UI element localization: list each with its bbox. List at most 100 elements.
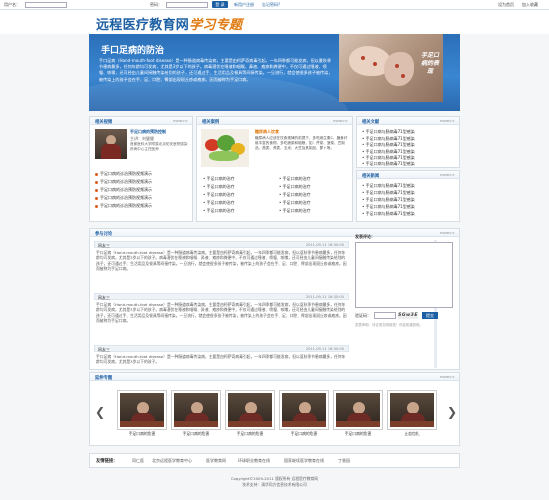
message-time: 2011-09-11 16:30:00	[305, 347, 344, 351]
message-time: 2011-09-11 16:30:00	[305, 243, 344, 247]
friend-link[interactable]: 国家继续医学教育在线	[284, 458, 324, 464]
list-item[interactable]: • 手足口病的治疗	[279, 200, 311, 206]
vegetables-image[interactable]	[201, 129, 249, 167]
list-item[interactable]: • 手足口病的治疗	[279, 184, 311, 190]
password-input[interactable]	[166, 2, 208, 8]
video-item[interactable]: 手足口病的危害	[280, 391, 328, 437]
panel-title: 相关视频	[95, 119, 113, 125]
case-feature-text: 糖尿病人应该在饮食规律的前提下，多吃维生素C、膳食纤维丰富的食物，多吃蔬菜和粗粮…	[255, 136, 348, 150]
related-video-panel: 相关视频 more>> 手足口病的预防控制 主讲：刘健健 首都医科大学附属北京佑安…	[89, 116, 193, 222]
message-time: 2011-09-11 16:30:00	[305, 295, 344, 299]
list-item[interactable]: • 手足口病的治疗	[279, 176, 311, 182]
prev-arrow-icon[interactable]: ❮	[95, 405, 105, 419]
header: 远程医疗教育网学习专题	[0, 10, 549, 34]
friend-links: 友情链接： 同仁医 北京远程医学教育中心 医学教育网 环球职业教育在线 国家继续…	[89, 453, 460, 468]
list-item[interactable]: • 手足口病的治疗	[203, 184, 235, 190]
list-item[interactable]: 手足口病的诊治预防视频演示	[95, 187, 152, 193]
forgot-password-link[interactable]: 忘记密码?	[262, 2, 280, 8]
message-body: 手口足病（Hand-mouth-foot disease）是一种肠道病毒传染病，…	[96, 250, 347, 272]
comment-textarea[interactable]	[355, 242, 453, 308]
video-org: 首都医科大学附属北京佑安医院感染肝病中心主任医师	[130, 142, 188, 151]
banner-image: 手足口病的表现	[339, 34, 443, 102]
friend-link[interactable]: 环球职业教育在线	[238, 458, 270, 464]
video-thumbnail[interactable]	[95, 129, 127, 159]
more-link[interactable]: more>>	[440, 375, 455, 379]
video-item[interactable]: 手足口病的危害	[118, 391, 166, 437]
more-link[interactable]: more>>	[440, 119, 455, 123]
username-label: 用户名：	[4, 2, 20, 7]
list-item[interactable]: • 手足口病的治疗	[279, 192, 311, 198]
list-item[interactable]: 手足口病的诊治预防视频演示	[95, 195, 152, 201]
related-articles-panel: 相关文献 more>> • 手足口病与肠病毒71型感染 • 手足口病与肠病毒71型…	[356, 116, 460, 168]
video-item[interactable]: 手足口病的危害	[334, 391, 382, 437]
password-label: 密码：	[150, 2, 162, 7]
more-link[interactable]: more>>	[440, 231, 455, 235]
friend-link[interactable]: 北京远程医学教育中心	[152, 458, 192, 464]
message-body: 手口足病（Hand-mouth-foot disease）是一种肠道病毒传染病，…	[96, 354, 346, 365]
message-user: 网友三	[98, 243, 110, 248]
username-input[interactable]	[25, 2, 67, 8]
list-item[interactable]: • 手足口病与肠病毒71型感染	[362, 161, 415, 167]
message-user: 网友三	[98, 347, 110, 352]
banner-text: 手口足病（Hand-mouth-foot disease）是一种肠道病毒传染病，…	[99, 58, 333, 82]
panel-title: 相关案例	[202, 119, 220, 125]
comment-notice: 发表声明：评论请文明用语！你会知道其他。	[355, 323, 423, 327]
tech-support-text: 技术支持：清华同方信息技术有限公司	[242, 482, 307, 487]
panel-title: 相关文献	[362, 119, 380, 125]
more-link[interactable]: more>>	[333, 119, 348, 123]
banner-caption: 手足口病的表现	[421, 52, 440, 75]
message-header: 网友三 2011-09-11 16:30:00	[94, 241, 349, 248]
banner-title: 手口足病的防治	[101, 46, 165, 56]
comment-label: 发表评论：	[355, 234, 375, 239]
message-user: 网友三	[98, 295, 110, 300]
more-link[interactable]: more>>	[173, 119, 188, 123]
set-home-link[interactable]: 设为首页	[498, 2, 514, 8]
list-item[interactable]: • 手足口病的治疗	[203, 208, 235, 214]
panel-title: 参与讨论	[95, 231, 113, 237]
friend-link[interactable]: 医学教育网	[206, 458, 226, 464]
list-item[interactable]: • 手足口病与肠病毒71型感染	[362, 183, 415, 189]
video-item[interactable]: 手足口病的危害	[172, 391, 220, 437]
panel-title: 延伸专题	[95, 375, 113, 381]
submit-button[interactable]: 提交	[422, 312, 438, 319]
case-feature-title[interactable]: 糖尿病人饮食	[255, 129, 279, 135]
related-cases-panel: 相关案例 more>> 糖尿病人饮食 糖尿病人应该在饮食规律的前提下，多吃维生素C…	[196, 116, 353, 222]
message-body: 手口足病（Hand-mouth-foot disease）是一种肠道病毒传染病，…	[96, 302, 347, 324]
captcha-image: SGw3E	[398, 312, 418, 319]
panel-title: 相关新闻	[362, 173, 380, 179]
list-item[interactable]: 手足口病的诊治预防视频演示	[95, 171, 152, 177]
footer: Copyright©2009-2011 版权所有 远程医疗教育网 技术支持：清华…	[0, 476, 549, 488]
add-favorite-link[interactable]: 加入收藏	[522, 2, 538, 8]
captcha-input[interactable]	[374, 312, 396, 319]
list-item[interactable]: • 手足口病与肠病毒71型感染	[362, 136, 415, 142]
list-item[interactable]: • 手足口病与肠病毒71型感染	[362, 211, 415, 217]
video-item[interactable]: 止血包扎	[388, 391, 436, 437]
list-item[interactable]: • 手足口病的治疗	[203, 200, 235, 206]
list-item[interactable]: • 手足口病与肠病毒71型感染	[362, 204, 415, 210]
list-item[interactable]: • 手足口病的治疗	[279, 208, 311, 214]
extended-topics-panel: 延伸专题 more>> ❮ 手足口病的危害 手足口病的危害 手足口病的危害 手足口…	[89, 372, 460, 446]
video-title[interactable]: 手足口病的预防控制	[130, 129, 166, 135]
message-header: 网友三 2011-09-11 16:30:00	[94, 293, 349, 300]
list-item[interactable]: • 手足口病与肠病毒71型感染	[362, 149, 415, 155]
topic-banner: 手口足病的防治 手口足病（Hand-mouth-foot disease）是一种…	[89, 34, 460, 111]
list-item[interactable]: 手足口病的诊治预防视频演示	[95, 203, 152, 209]
friend-link[interactable]: 丁香园	[338, 458, 350, 464]
related-news-panel: 相关新闻 more>> • 手足口病与肠病毒71型感染 • 手足口病与肠病毒71型…	[356, 170, 460, 222]
list-item[interactable]: • 手足口病的治疗	[203, 192, 235, 198]
list-item[interactable]: • 手足口病与肠病毒71型感染	[362, 190, 415, 196]
register-link[interactable]: 新用户注册	[234, 2, 254, 8]
list-item[interactable]: 手足口病的诊治预防视频演示	[95, 179, 152, 185]
next-arrow-icon[interactable]: ❯	[447, 405, 457, 419]
login-button[interactable]: 登 录	[212, 1, 228, 8]
more-link[interactable]: more>>	[440, 173, 455, 177]
friend-links-label: 友情链接：	[96, 459, 118, 464]
top-bar: 用户名： 密码： 登 录 新用户注册 忘记密码? 设为首页 加入收藏	[0, 0, 549, 10]
friend-link[interactable]: 同仁医	[132, 458, 144, 464]
video-item[interactable]: 手足口病的危害	[226, 391, 274, 437]
list-item[interactable]: • 手足口病与肠病毒71型感染	[362, 142, 415, 148]
list-item[interactable]: • 手足口病与肠病毒71型感染	[362, 197, 415, 203]
list-item[interactable]: • 手足口病的治疗	[203, 176, 235, 182]
site-logo[interactable]: 远程医疗教育网学习专题	[96, 14, 242, 33]
list-item[interactable]: • 手足口病与肠病毒71型感染	[362, 129, 415, 135]
